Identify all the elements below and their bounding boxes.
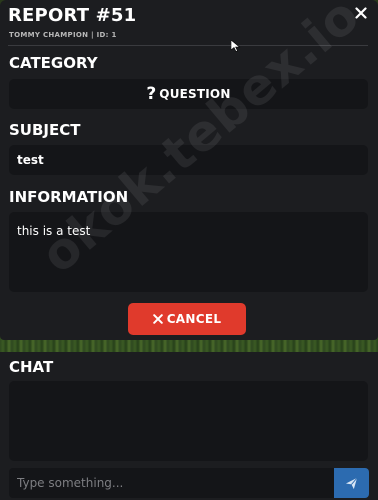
x-icon (152, 314, 163, 324)
information-label: INFORMATION (9, 188, 129, 206)
report-subtitle: TOMMY CHAMPION | ID: 1 (9, 31, 117, 39)
subject-field: test (9, 145, 368, 175)
report-title: REPORT #51 (8, 5, 137, 26)
chat-label: CHAT (9, 358, 54, 376)
question-icon: ? (146, 83, 157, 104)
chat-input[interactable] (9, 468, 334, 498)
cancel-label: CANCEL (166, 312, 222, 326)
subject-label: SUBJECT (9, 121, 81, 139)
information-field: this is a test (9, 212, 368, 292)
chat-messages[interactable] (9, 381, 368, 461)
cancel-button[interactable]: CANCEL (128, 303, 246, 335)
category-value: QUESTION (159, 87, 231, 101)
send-icon (345, 477, 358, 489)
report-panel: REPORT #51 TOMMY CHAMPION | ID: 1 CATEGO… (0, 0, 378, 340)
mouse-cursor-icon (231, 40, 241, 52)
category-field: ? QUESTION (9, 79, 368, 109)
close-button[interactable] (350, 2, 372, 24)
send-button[interactable] (334, 468, 369, 498)
close-icon (355, 7, 367, 19)
information-value: this is a test (17, 224, 91, 238)
subject-value: test (17, 153, 44, 167)
category-label: CATEGORY (9, 54, 98, 72)
header-divider (8, 45, 368, 46)
